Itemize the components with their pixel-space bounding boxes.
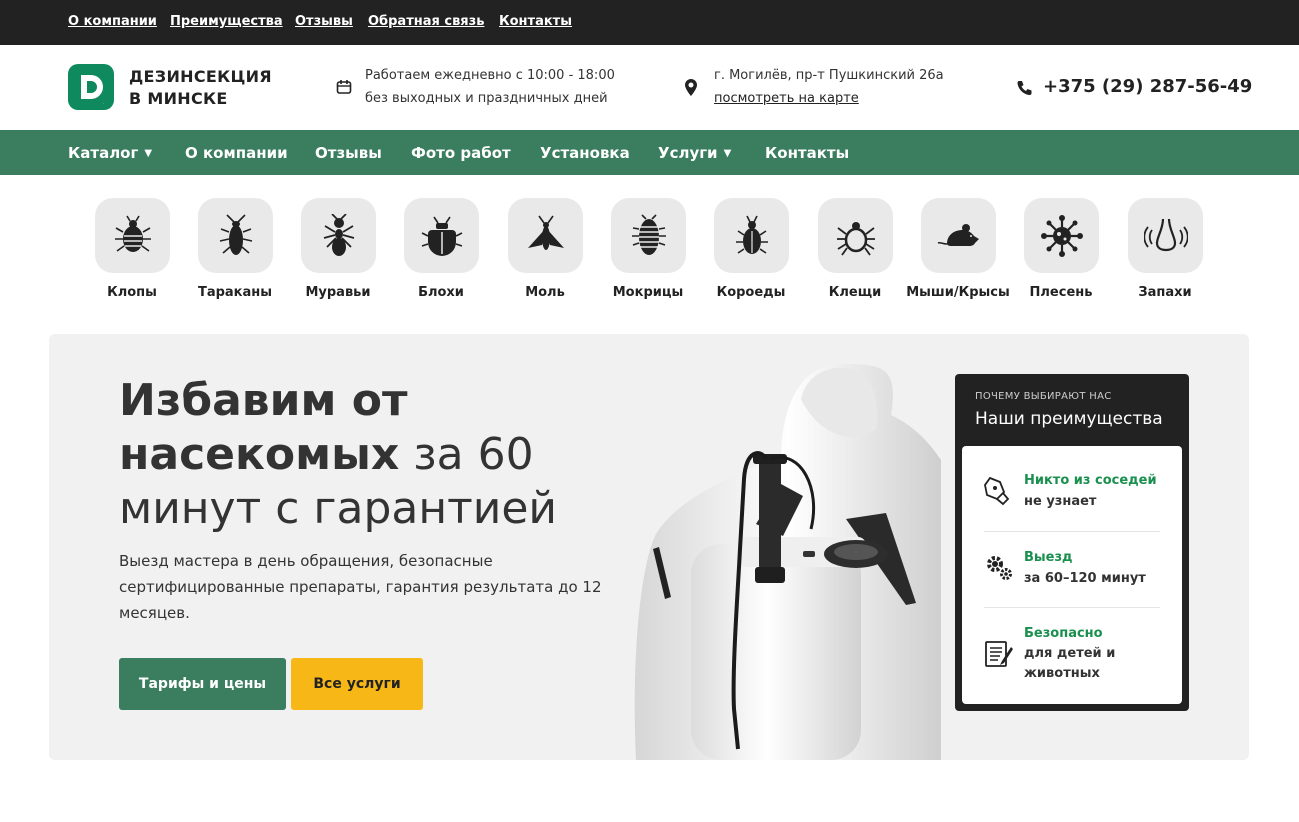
exterminator-image <box>634 364 941 760</box>
advantages-list: Никто из соседей не узнает Выезд за 60–1… <box>962 446 1182 704</box>
calendar-icon <box>336 79 352 99</box>
category-fleas[interactable]: Блохи <box>389 198 493 300</box>
category-mold[interactable]: Плесень <box>1009 198 1113 300</box>
nav-photos[interactable]: Фото работ <box>411 144 511 162</box>
category-label: Клопы <box>107 285 157 300</box>
category-bedbugs[interactable]: Клопы <box>80 198 184 300</box>
advantage-3-text: для детей и животных <box>1024 646 1116 681</box>
logo-letter: D <box>103 103 104 105</box>
category-ants[interactable]: Муравьи <box>286 198 390 300</box>
logo-icon[interactable]: D <box>68 64 114 110</box>
location-pin-icon <box>685 79 697 100</box>
nav-installation-label: Установка <box>540 144 630 162</box>
mold-icon <box>1023 198 1099 273</box>
category-label: Мокрицы <box>612 285 684 300</box>
gears-icon <box>987 556 1012 580</box>
top-link-reviews[interactable]: Отзывы <box>295 14 353 29</box>
hero-title: Избавим от насекомых за 60 минут с гаран… <box>119 374 639 536</box>
smell-icon <box>1127 198 1203 273</box>
advantages-title: Наши преимущества <box>975 409 1163 429</box>
category-label: Короеды <box>716 285 786 300</box>
working-hours: Работаем ежедневно с 10:00 - 18:00 без в… <box>365 64 615 110</box>
nav-services-label: Услуги <box>658 144 718 162</box>
category-rodents[interactable]: Мыши/Крысы <box>906 198 1010 300</box>
top-bar: О компании Преимущества Отзывы Обратная … <box>0 0 1299 45</box>
category-label: Плесень <box>1029 285 1093 300</box>
logo-line-1: ДЕЗИНСЕКЦИЯ <box>129 67 272 86</box>
divider <box>984 607 1160 608</box>
advantage-1-text: не узнает <box>1024 494 1097 509</box>
top-link-advantages[interactable]: Преимущества <box>170 14 283 29</box>
nav-contacts[interactable]: Контакты <box>765 144 849 162</box>
nav-reviews[interactable]: Отзывы <box>315 144 382 162</box>
divider <box>984 531 1160 532</box>
advantage-2-text: за 60–120 минут <box>1024 571 1146 586</box>
category-label: Блохи <box>418 285 464 300</box>
nav-about[interactable]: О компании <box>185 144 288 162</box>
cockroach-icon <box>197 198 273 273</box>
hours-line-2: без выходных и праздничных дней <box>365 91 608 106</box>
woodlouse-icon <box>610 198 686 273</box>
top-link-contacts[interactable]: Контакты <box>499 14 572 29</box>
ant-icon <box>300 198 376 273</box>
logo-text[interactable]: ДЕЗИНСЕКЦИЯ В МИНСКЕ <box>129 66 272 110</box>
hours-line-1: Работаем ежедневно с 10:00 - 18:00 <box>365 68 615 83</box>
map-link[interactable]: посмотреть на карте <box>714 87 944 110</box>
logo-line-2: В МИНСКЕ <box>129 89 228 108</box>
hero-description: Выезд мастера в день обращения, безопасн… <box>119 552 602 622</box>
hero-title-rest-2: минут с гарантией <box>119 483 558 534</box>
category-label: Мыши/Крысы <box>906 285 1010 300</box>
address-block: г. Могилёв, пр-т Пушкинский 26а посмотре… <box>714 64 944 110</box>
caret-down-icon: ▼ <box>144 148 153 159</box>
nav-reviews-label: Отзывы <box>315 144 382 162</box>
nav-contacts-label: Контакты <box>765 144 850 162</box>
caret-down-icon: ▼ <box>723 148 732 159</box>
advantages-card: ПОЧЕМУ ВЫБИРАЮТ НАС Наши преимущества Ни… <box>955 374 1189 711</box>
nav-catalog-label: Каталог <box>68 144 139 162</box>
category-odors[interactable]: Запахи <box>1113 198 1217 300</box>
prices-button[interactable]: Тарифы и цены <box>119 658 286 710</box>
tick-icon <box>817 198 893 273</box>
address-text: г. Могилёв, пр-т Пушкинский 26а <box>714 68 944 83</box>
pen-icon <box>984 476 1010 506</box>
top-link-feedback[interactable]: Обратная связь <box>368 14 484 29</box>
nav-services[interactable]: Услуги ▼ <box>658 144 731 162</box>
advantage-2-title: Выезд <box>1024 550 1073 565</box>
all-services-button[interactable]: Все услуги <box>291 658 423 710</box>
nav-photos-label: Фото работ <box>411 144 511 162</box>
bedbug-icon <box>94 198 170 273</box>
hero-title-rest-1: за 60 <box>399 429 534 480</box>
category-moths[interactable]: Моль <box>493 198 597 300</box>
flea-icon <box>403 198 479 273</box>
hero-title-bold-2: насекомых <box>119 429 400 480</box>
category-woodlice[interactable]: Мокрицы <box>596 198 700 300</box>
category-cockroaches[interactable]: Тараканы <box>183 198 287 300</box>
document-icon <box>985 641 1013 667</box>
main-nav: Каталог ▼ О компании Отзывы Фото работ Ус… <box>0 130 1299 175</box>
nav-catalog[interactable]: Каталог ▼ <box>68 144 152 162</box>
category-label: Муравьи <box>305 285 371 300</box>
category-bark-beetles[interactable]: Короеды <box>699 198 803 300</box>
advantages-subtitle: ПОЧЕМУ ВЫБИРАЮТ НАС <box>975 391 1112 402</box>
top-link-about[interactable]: О компании <box>68 14 157 29</box>
category-label: Клещи <box>828 285 882 300</box>
bark-beetle-icon <box>713 198 789 273</box>
category-ticks[interactable]: Клещи <box>803 198 907 300</box>
rat-icon <box>920 198 996 273</box>
advantage-1-title: Никто из соседей <box>1024 473 1157 488</box>
advantage-3-title: Безопасно <box>1024 626 1103 641</box>
category-label: Моль <box>525 285 565 300</box>
nav-about-label: О компании <box>185 144 288 162</box>
moth-icon <box>507 198 583 273</box>
phone-number[interactable]: +375 (29) 287-56-49 <box>1043 76 1252 97</box>
category-label: Запахи <box>1138 285 1192 300</box>
nav-installation[interactable]: Установка <box>540 144 630 162</box>
category-label: Тараканы <box>197 285 273 300</box>
phone-icon <box>1016 80 1032 100</box>
hero-title-bold-1: Избавим от <box>119 375 408 426</box>
